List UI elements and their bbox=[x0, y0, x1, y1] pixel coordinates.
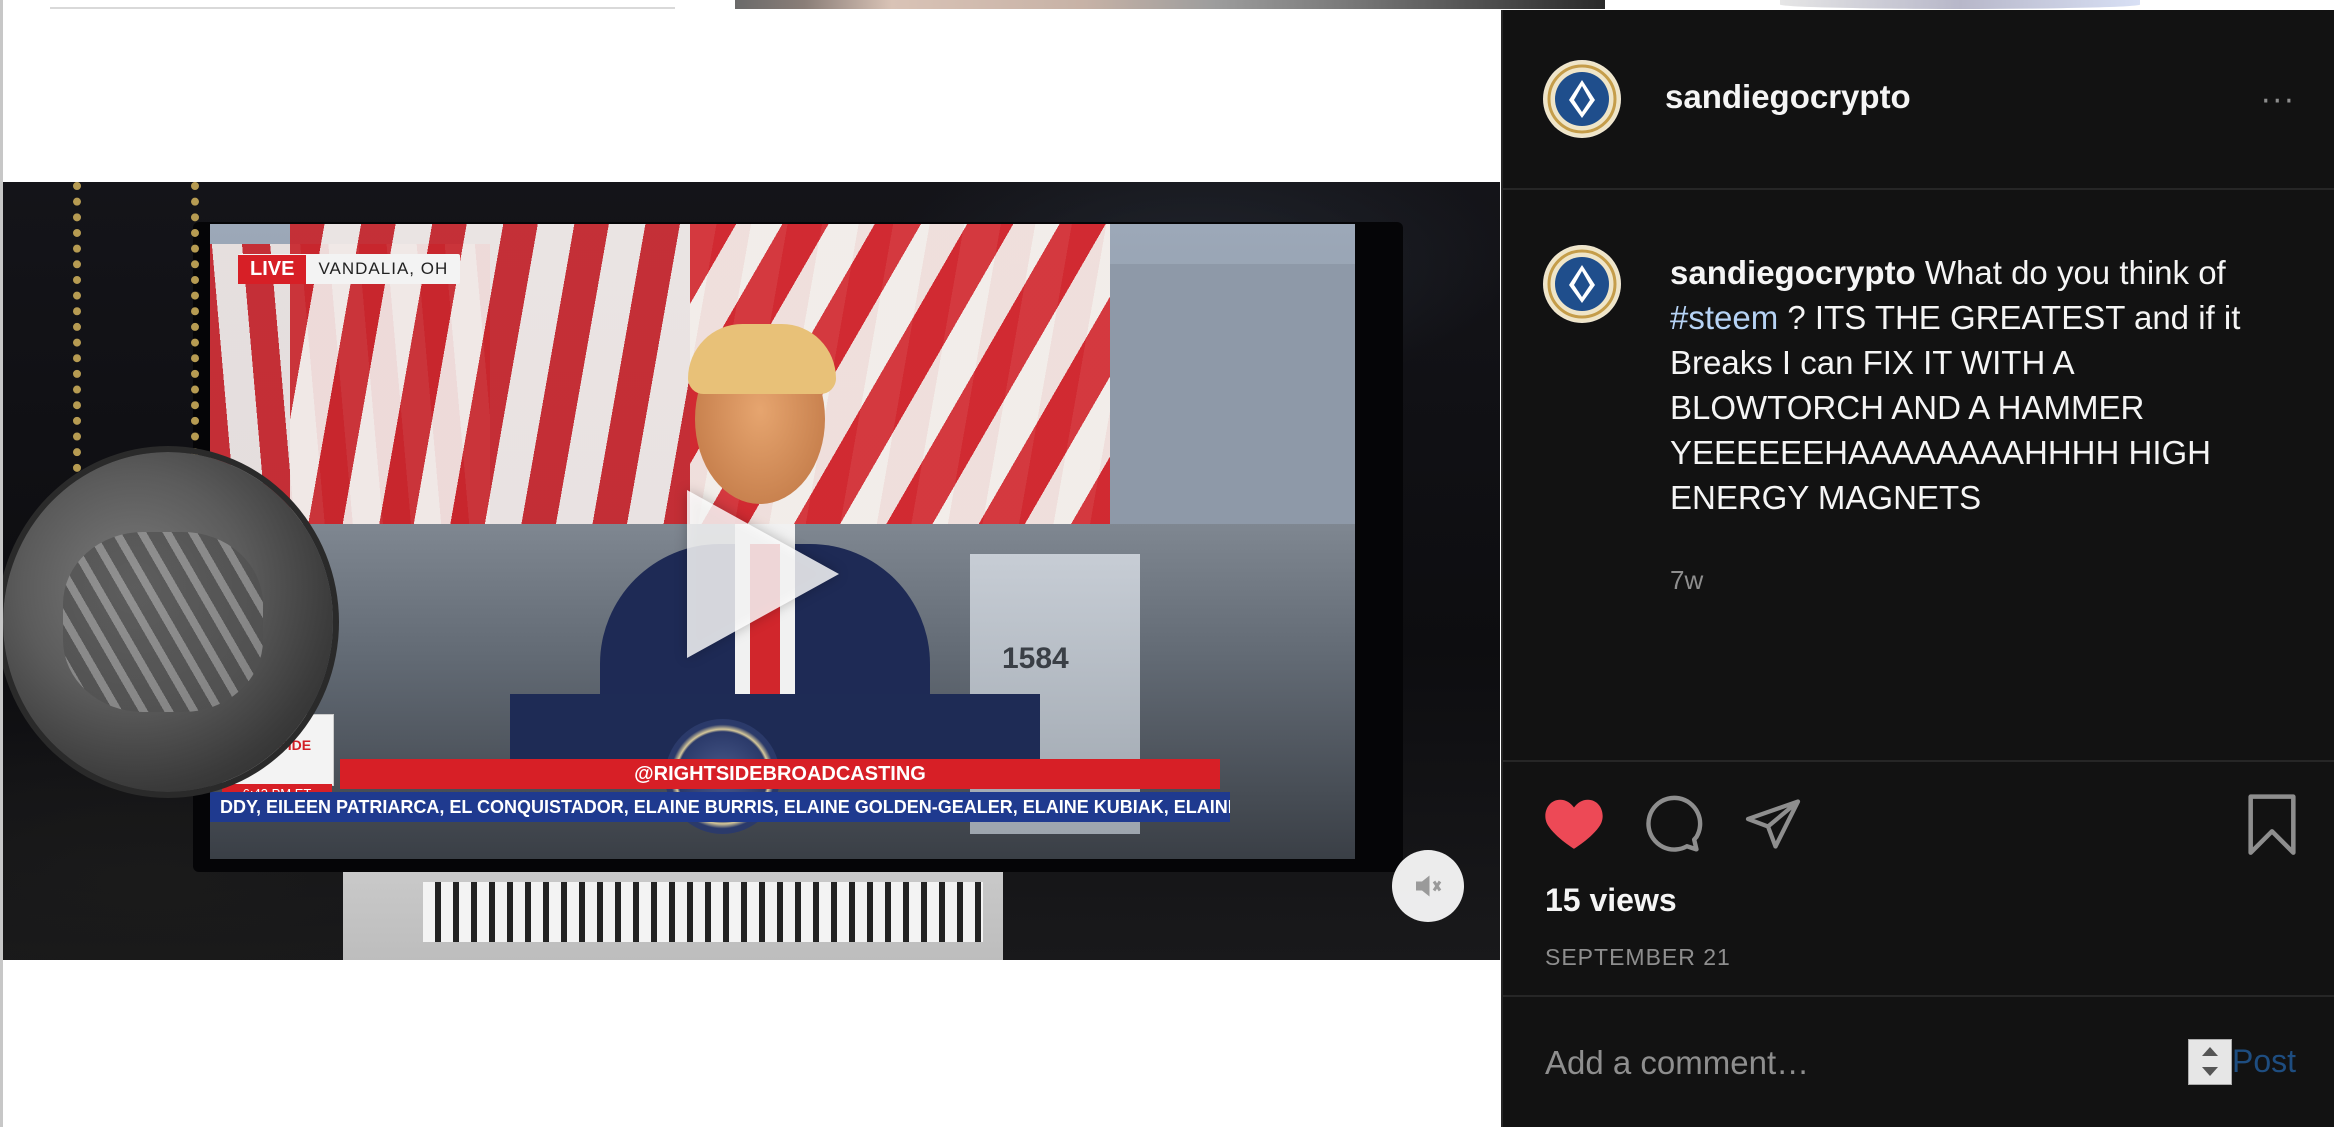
background-divider bbox=[50, 7, 675, 9]
keyboard-keys bbox=[423, 882, 983, 942]
background-thumbnail-2 bbox=[1780, 0, 2140, 9]
post-comment-button[interactable]: Post bbox=[2232, 1043, 2296, 1080]
hashtag-link[interactable]: #steem bbox=[1670, 299, 1778, 336]
paper-plane-icon bbox=[1745, 799, 1801, 849]
broadcast-banner: @RIGHTSIDEBROADCASTING bbox=[340, 759, 1220, 789]
arrow-up-icon bbox=[2202, 1047, 2218, 1056]
background-thumbnail bbox=[735, 0, 1605, 9]
steem-pendant bbox=[3, 452, 333, 792]
machine-number: 1584 bbox=[1002, 642, 1069, 675]
live-badge: LIVE VANDALIA, OH bbox=[238, 254, 461, 284]
seal-logo-icon bbox=[1544, 61, 1620, 137]
background-page-strip bbox=[0, 0, 2140, 10]
speaker-muted-icon bbox=[1416, 875, 1442, 897]
heart-icon bbox=[1545, 799, 1603, 849]
news-ticker: DDY, EILEEN PATRIARCA, EL CONQUISTADOR, … bbox=[210, 792, 1230, 822]
like-button[interactable] bbox=[1543, 794, 1605, 856]
post-actions: 15 views SEPTEMBER 21 bbox=[1503, 760, 2334, 1002]
view-count[interactable]: 15 views bbox=[1545, 882, 1677, 919]
post-caption: sandiegocrypto What do you think of #ste… bbox=[1670, 250, 2290, 520]
comment-bar: Post bbox=[1503, 995, 2334, 1129]
mute-button[interactable] bbox=[1392, 850, 1464, 922]
live-label: LIVE bbox=[238, 254, 307, 284]
post-date: SEPTEMBER 21 bbox=[1545, 944, 1731, 970]
caption-text-1: What do you think of bbox=[1915, 254, 2226, 291]
save-button[interactable] bbox=[2245, 794, 2299, 862]
pendant-chain bbox=[73, 182, 199, 472]
location-label: VANDALIA, OH bbox=[318, 259, 449, 278]
speaker-hair bbox=[688, 324, 836, 394]
arrow-down-icon bbox=[2202, 1067, 2218, 1076]
share-button[interactable] bbox=[1743, 794, 1803, 858]
post-header: sandiegocrypto ··· bbox=[1503, 10, 2334, 190]
post-age[interactable]: 7w bbox=[1670, 565, 1703, 596]
caption-username[interactable]: sandiegocrypto bbox=[1670, 254, 1916, 291]
caption-section: sandiegocrypto What do you think of #ste… bbox=[1503, 190, 2334, 760]
header-username[interactable]: sandiegocrypto bbox=[1665, 78, 1911, 116]
play-icon[interactable] bbox=[687, 490, 839, 658]
scroll-spinner[interactable] bbox=[2188, 1039, 2232, 1085]
bookmark-icon bbox=[2248, 794, 2296, 855]
comment-input[interactable] bbox=[1543, 1037, 2187, 1089]
post-details-panel: sandiegocrypto ··· sandiegocrypto What d… bbox=[1501, 10, 2334, 1127]
more-options-button[interactable]: ··· bbox=[2261, 87, 2296, 117]
comment-bubble-icon bbox=[1646, 795, 1703, 852]
seal-logo-icon bbox=[1544, 246, 1620, 322]
comment-button[interactable] bbox=[1643, 792, 1705, 858]
avatar[interactable] bbox=[1543, 60, 1621, 138]
post-video[interactable]: 1584 LIVE VANDALIA, OH RIGHT SIDE 6:43 P… bbox=[3, 182, 1500, 960]
caption-avatar[interactable] bbox=[1543, 245, 1621, 323]
